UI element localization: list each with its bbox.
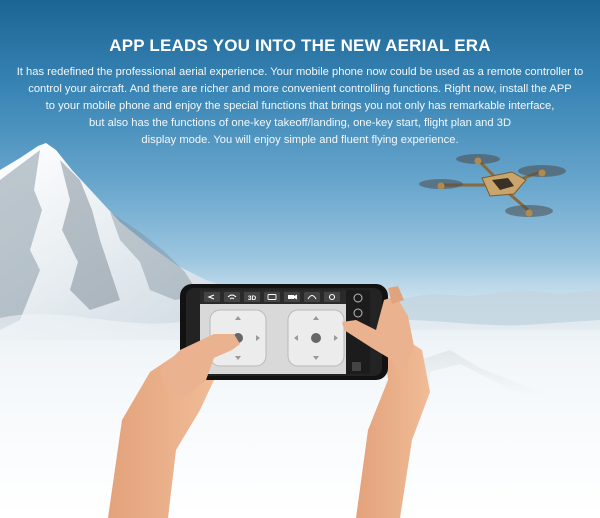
right-joystick[interactable] — [287, 309, 345, 367]
description-text: It has redefined the professional aerial… — [14, 64, 586, 149]
app-screen: 3D — [200, 290, 370, 374]
description-line: display mode. You will enjoy simple and … — [141, 134, 459, 146]
settings-icon[interactable] — [324, 292, 340, 302]
camera-icon[interactable] — [264, 292, 280, 302]
back-icon[interactable] — [204, 292, 220, 302]
drone — [419, 154, 566, 217]
menu-icon[interactable] — [352, 362, 361, 371]
description-line: to your mobile phone and enjoy the speci… — [45, 100, 555, 112]
description-line: It has redefined the professional aerial… — [16, 66, 584, 78]
app-toolbar: 3D — [204, 292, 340, 302]
flip-icon[interactable] — [304, 292, 320, 302]
3d-mode-label: 3D — [248, 295, 257, 302]
description-line: but also has the functions of one-key ta… — [88, 117, 512, 129]
wifi-icon[interactable] — [224, 292, 240, 302]
3d-mode-icon[interactable]: 3D — [244, 292, 260, 302]
page-title: APP LEADS YOU INTO THE NEW AERIAL ERA — [109, 36, 491, 55]
description-line: control your aircraft. And there are ric… — [28, 83, 572, 95]
promo-banner: 3D APP LEADS YOU INTO THE NEW AERIAL ERA… — [0, 0, 600, 518]
video-icon[interactable] — [284, 292, 300, 302]
